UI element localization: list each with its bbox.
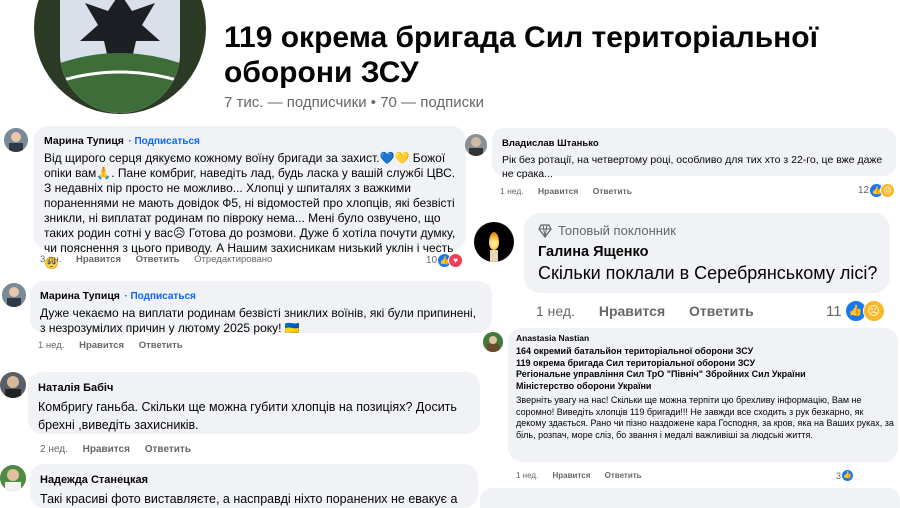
- comment-author[interactable]: Марина Тупиця: [44, 135, 124, 147]
- comment-bubble: Топовый поклонник Галина Ященко Скільки …: [524, 213, 890, 293]
- comment-author[interactable]: Надежда Станецкая: [40, 474, 148, 486]
- comment-text: Від щирого серця дякуємо кожному воїну б…: [44, 151, 459, 270]
- page-title[interactable]: 119 окрема бригада Сил територіальної об…: [224, 20, 884, 90]
- sad-reaction-icon: ☹: [880, 183, 896, 198]
- comment-author[interactable]: Anastasia Nastian: [516, 333, 589, 343]
- comment-text: Зверніть увагу на нас! Скільки ще можна …: [516, 395, 894, 440]
- comment-time[interactable]: 1 нед.: [516, 471, 538, 480]
- top-fan-badge[interactable]: Топовый поклонник: [538, 223, 676, 238]
- comment-time[interactable]: 1 нед.: [500, 186, 524, 196]
- reaction-summary[interactable]: 11 👍 ☹: [826, 300, 885, 322]
- comment-time[interactable]: 1 нед.: [536, 303, 575, 319]
- comment-author[interactable]: Наталія Бабіч: [38, 382, 113, 394]
- like-button[interactable]: Нравится: [79, 340, 124, 351]
- comment-text: Дуже чекаємо на виплати родинам безвісті…: [40, 306, 480, 335]
- candle-flame-icon: [489, 232, 499, 250]
- edited-label: Отредактировано: [194, 254, 273, 265]
- follow-link[interactable]: · Подписаться: [128, 136, 200, 147]
- comment-text: Комбригу ганьба. Скільки ще можна губити…: [38, 400, 461, 432]
- reply-button[interactable]: Ответить: [139, 340, 183, 351]
- comment-text: Такі красиві фото виставляєте, а насправ…: [40, 492, 458, 506]
- like-reaction-icon: 👍: [841, 469, 855, 482]
- comment-text: Скільки поклали в Серебрянському лісі?: [538, 263, 878, 283]
- comment-time[interactable]: 2 нед.: [40, 444, 68, 455]
- comment-author[interactable]: Марина Тупиця: [40, 290, 120, 302]
- avatar[interactable]: [4, 128, 28, 152]
- comment-bubble: Наталія Бабіч Комбригу ганьба. Скільки щ…: [28, 372, 480, 434]
- comment-actions: 1 нед. Нравится Ответить: [516, 471, 654, 480]
- comment-bubble: Надежда Станецкая Такі красиві фото вист…: [30, 464, 478, 508]
- reply-button[interactable]: Ответить: [136, 254, 180, 265]
- page-stats[interactable]: 7 тис. — подписчики • 70 — подписки: [224, 94, 484, 111]
- sad-reaction-icon: ☹: [862, 300, 885, 322]
- reaction-count: 12: [858, 185, 870, 196]
- comment-bubble: Марина Тупиця · Подписаться Від щирого с…: [34, 126, 466, 270]
- like-button[interactable]: Нравится: [553, 471, 591, 480]
- comment-time[interactable]: 3 дн.: [40, 254, 61, 265]
- reaction-summary[interactable]: 12 👍 ☹: [858, 183, 896, 198]
- like-button[interactable]: Нравится: [599, 303, 665, 319]
- comment-actions: 1 нед. Нравится Ответить: [500, 186, 644, 196]
- avatar[interactable]: [483, 332, 503, 352]
- care-reaction-icon: ♥: [448, 253, 464, 268]
- reply-button[interactable]: Ответить: [689, 303, 754, 319]
- reaction-summary[interactable]: 3 👍: [836, 469, 855, 482]
- avatar[interactable]: [2, 283, 26, 307]
- reaction-count: 11: [826, 302, 842, 320]
- avatar[interactable]: [465, 134, 487, 156]
- brigade-emblem-icon: [60, 0, 180, 113]
- like-button[interactable]: Нравится: [83, 444, 130, 455]
- avatar[interactable]: [0, 372, 26, 398]
- comment-bubble: Anastasia Nastian 164 окремий батальйон …: [508, 328, 898, 462]
- comment-actions: 3 дн. Нравится Ответить Отредактировано: [40, 254, 284, 265]
- follow-link[interactable]: · Подписаться: [124, 291, 196, 302]
- comment-time[interactable]: 1 нед.: [38, 340, 64, 351]
- reaction-count: 10: [426, 255, 438, 266]
- page-avatar[interactable]: [34, 0, 206, 114]
- reply-button[interactable]: Ответить: [593, 186, 632, 196]
- comment-actions: 2 нед. Нравится Ответить: [40, 444, 203, 455]
- comment-bubble: [480, 488, 900, 508]
- tagged-pages[interactable]: 164 окремий батальйон територіальної обо…: [516, 346, 806, 392]
- like-button[interactable]: Нравится: [76, 254, 121, 265]
- reaction-summary[interactable]: 10 👍 ♥: [426, 253, 464, 268]
- comment-actions: 1 нед. Нравится Ответить: [536, 303, 766, 319]
- comment-author[interactable]: Владислав Штанько: [502, 138, 599, 149]
- diamond-icon: [538, 223, 552, 238]
- comment-bubble: Марина Тупиця · Подписаться Дуже чекаємо…: [30, 281, 492, 335]
- comment-author[interactable]: Галина Ященко: [538, 244, 648, 260]
- avatar[interactable]: [474, 222, 514, 262]
- comment-actions: 1 нед. Нравится Ответить: [38, 340, 195, 351]
- comment-text: Рік без ротації, на четвертому році, осо…: [502, 154, 886, 180]
- avatar[interactable]: [0, 465, 26, 491]
- reply-button[interactable]: Ответить: [145, 444, 191, 455]
- comment-bubble: Владислав Штанько Рік без ротації, на че…: [492, 128, 896, 180]
- like-button[interactable]: Нравится: [538, 186, 578, 196]
- reply-button[interactable]: Ответить: [605, 471, 642, 480]
